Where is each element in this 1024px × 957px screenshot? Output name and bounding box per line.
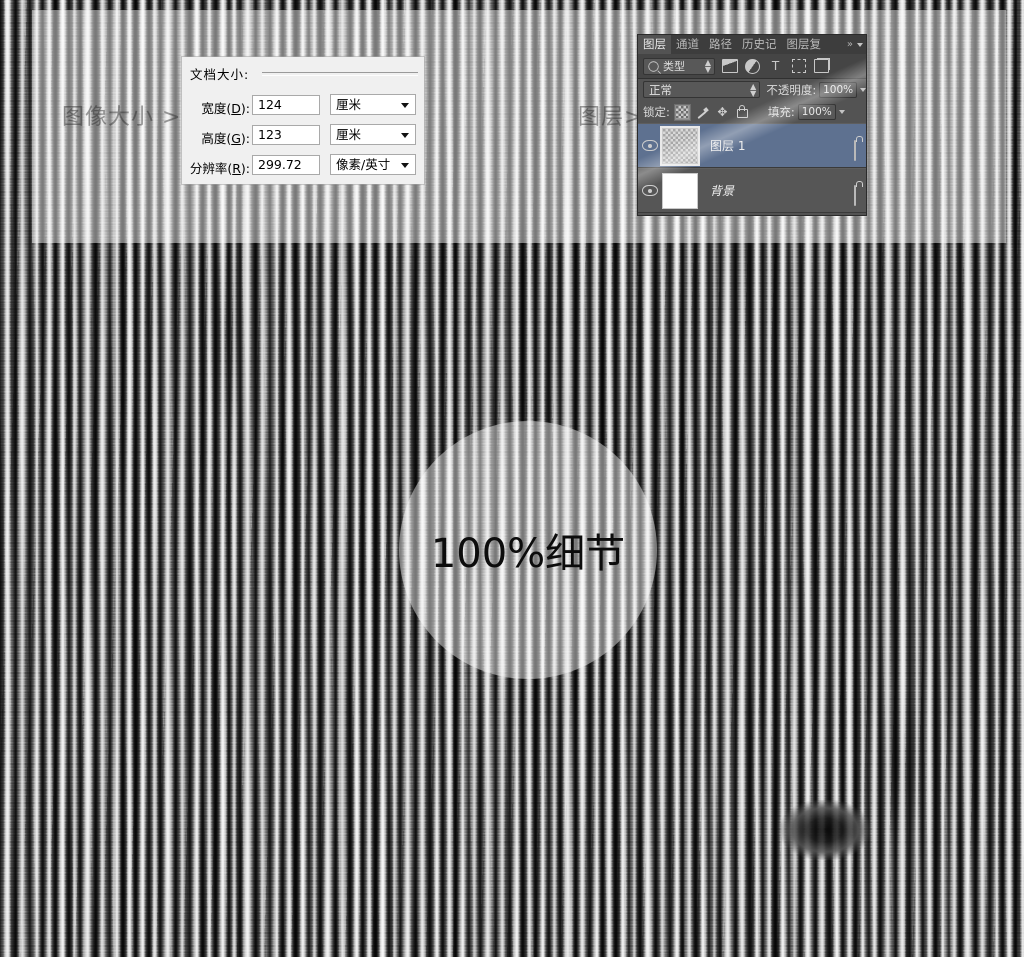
layer-visibility-toggle[interactable] [638, 185, 662, 196]
filter-type-select[interactable]: 类型 ▲ ▼ [643, 57, 715, 75]
chevron-down-icon[interactable] [838, 110, 845, 114]
layers-panel: 图层 通道 路径 历史记 图层复 » 类型 ▲ ▼ T 正常 ▲ ▼ 不透明度: 1… [638, 35, 866, 215]
opacity-label: 不透明度: [766, 82, 817, 97]
tab-layer-comps[interactable]: 图层复 [782, 35, 827, 54]
detail-zoom-callout: 100%细节 [399, 421, 657, 679]
watermark-label-image-size: 图像大小 > [62, 105, 182, 130]
stepper-icon: ▲ ▼ [750, 81, 757, 98]
smart-object-icon[interactable] [813, 58, 830, 75]
height-unit-value: 厘米 [336, 127, 362, 142]
lock-image-pixels-icon[interactable] [695, 105, 710, 120]
tab-layers[interactable]: 图层 [638, 35, 671, 54]
filter-type-label: 类型 [663, 60, 685, 73]
layer-name[interactable]: 图层 1 [710, 137, 745, 154]
blend-mode-row: 正常 ▲ ▼ 不透明度: 100% [638, 79, 866, 100]
layer-visibility-toggle[interactable] [638, 140, 662, 151]
stepper-icon: ▲ ▼ [704, 58, 711, 74]
panel-tab-bar: 图层 通道 路径 历史记 图层复 » [638, 35, 866, 54]
resolution-input[interactable]: 299.72 [252, 155, 320, 175]
type-layer-icon[interactable]: T [767, 58, 784, 75]
tab-paths[interactable]: 路径 [704, 35, 737, 54]
panel-menu-icon[interactable] [857, 42, 863, 47]
watermark-label-layers: 图层> [578, 105, 644, 130]
lock-label: 锁定: [643, 105, 670, 119]
collapse-panel-icon[interactable]: » [847, 39, 853, 50]
layer-name[interactable]: 背景 [710, 182, 734, 199]
chevron-down-icon [401, 133, 409, 138]
blend-mode-value: 正常 [649, 82, 672, 97]
tab-channels[interactable]: 通道 [671, 35, 704, 54]
lock-transparent-pixels-icon[interactable] [674, 104, 690, 120]
tab-history[interactable]: 历史记 [737, 35, 782, 54]
blend-mode-select[interactable]: 正常 ▲ ▼ [643, 81, 761, 98]
adjustment-layer-icon[interactable] [744, 58, 761, 75]
lock-all-icon[interactable] [735, 105, 750, 120]
search-icon [648, 60, 659, 72]
height-unit-select[interactable]: 厘米 [330, 124, 416, 145]
width-input[interactable]: 124 [252, 95, 320, 115]
layer-lock-badge-icon [854, 185, 856, 206]
width-unit-value: 厘米 [336, 97, 362, 112]
chevron-down-icon [401, 163, 409, 168]
resolution-unit-select[interactable]: 像素/英寸 [330, 154, 416, 175]
layer-lock-badge-icon [854, 140, 856, 161]
resolution-field-row: 分辨率(R): 299.72 像素/英寸 [182, 154, 418, 177]
resolution-unit-value: 像素/英寸 [336, 157, 391, 172]
layer-list: 图层 1 背景 [638, 123, 866, 213]
group-divider-rule [262, 72, 418, 76]
lock-row: 锁定: ✥ 填充: 100% [638, 101, 866, 123]
fill-label: 填充: [767, 105, 795, 119]
pixel-layer-icon[interactable] [721, 58, 738, 75]
layer-thumbnail[interactable] [660, 125, 700, 166]
document-size-group: 文档大小: [190, 64, 418, 82]
tab-bar-right-controls: » [847, 39, 866, 50]
document-size-group-title: 文档大小: [190, 67, 250, 82]
detail-callout-label: 100%细节 [430, 531, 626, 577]
fill-input[interactable]: 100% [797, 104, 836, 120]
width-label: 宽度(D): [201, 101, 250, 116]
layer-thumbnail[interactable] [662, 172, 698, 209]
lock-position-icon[interactable]: ✥ [715, 105, 730, 120]
resolution-label: 分辨率(R): [189, 161, 250, 176]
image-size-dialog: 文档大小: 宽度(D): 124 厘米 高度(G): 123 厘米 分辨率(R)… [182, 57, 424, 184]
height-field-row: 高度(G): 123 厘米 [182, 124, 418, 147]
chevron-down-icon[interactable] [860, 87, 866, 92]
opacity-input[interactable]: 100% [819, 81, 857, 98]
shape-layer-icon[interactable] [790, 58, 807, 75]
width-unit-select[interactable]: 厘米 [330, 94, 416, 115]
texture-knot [780, 800, 870, 860]
layer-filter-row: 类型 ▲ ▼ T [638, 54, 866, 79]
chevron-down-icon [401, 103, 409, 108]
height-input[interactable]: 123 [252, 125, 320, 145]
height-label: 高度(G): [201, 131, 250, 146]
layer-row-1[interactable]: 图层 1 [638, 123, 866, 168]
width-field-row: 宽度(D): 124 厘米 [182, 94, 418, 117]
layer-row-2[interactable]: 背景 [638, 168, 866, 213]
